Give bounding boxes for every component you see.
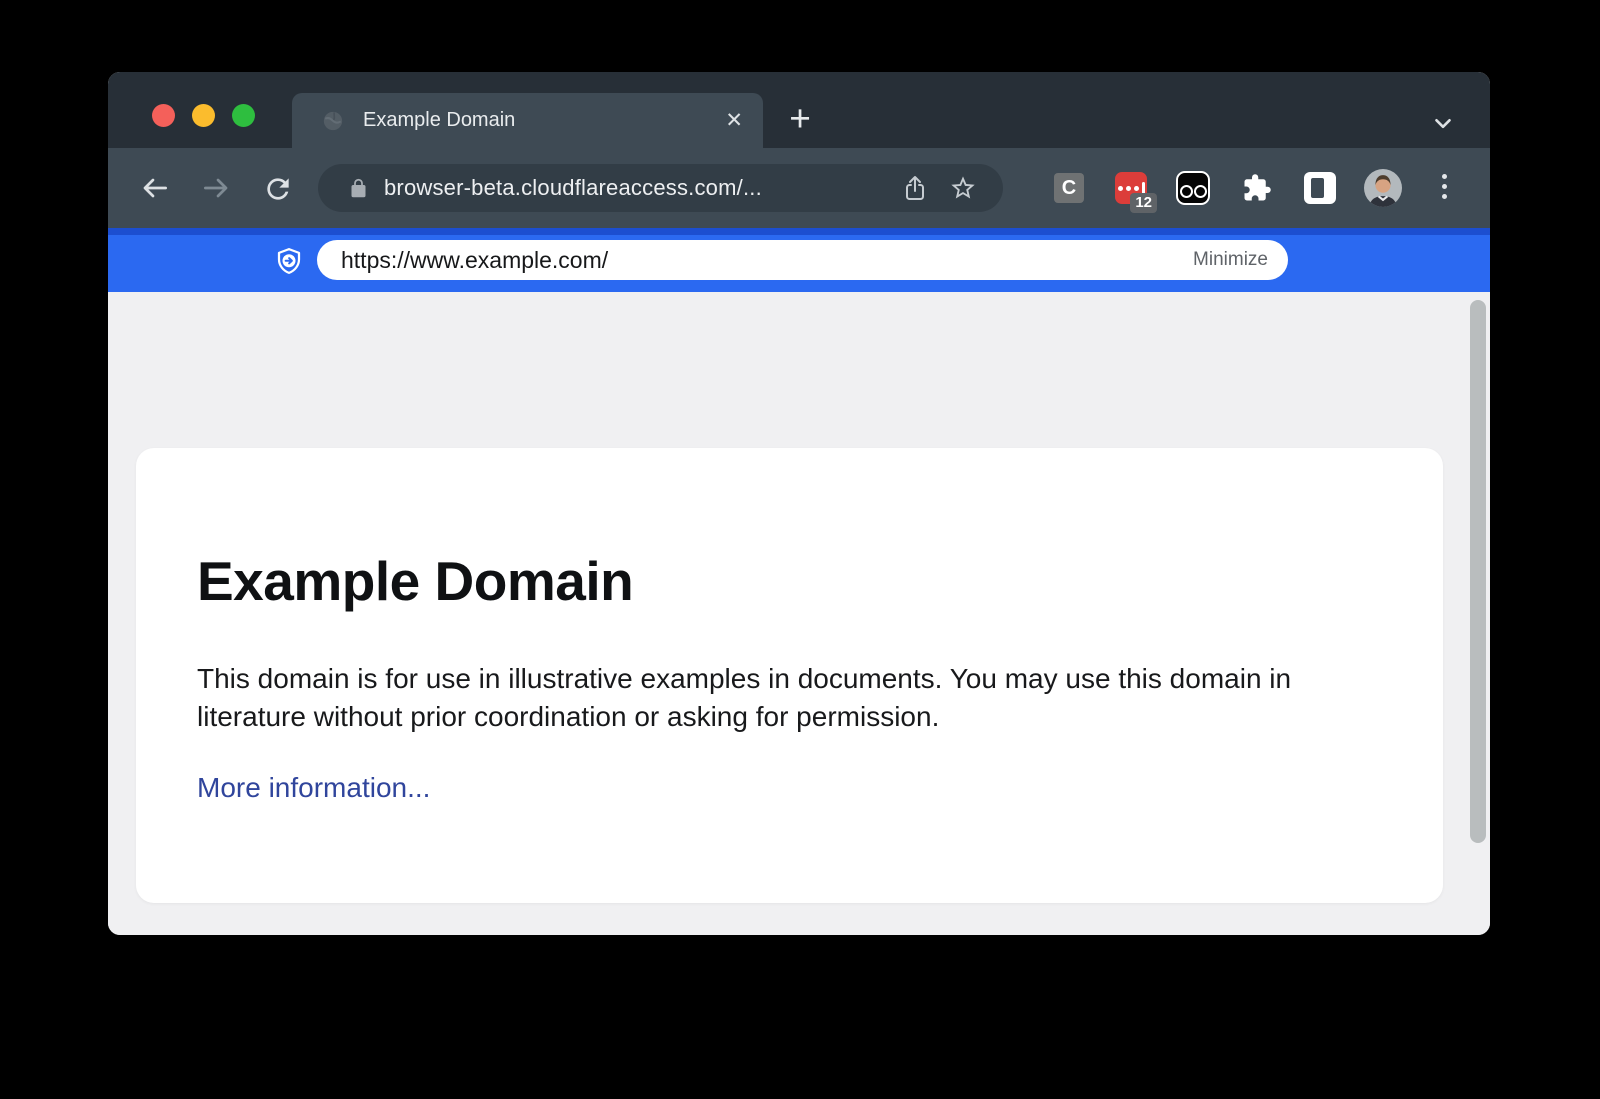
content-card: Example Domain This domain is for use in… [136, 448, 1443, 903]
window-controls [152, 104, 255, 127]
side-panel-inner [1311, 178, 1324, 198]
avatar-image [1364, 169, 1402, 207]
share-icon[interactable] [903, 173, 927, 203]
extension-c-icon[interactable]: C [1054, 173, 1084, 203]
page-viewport: Example Domain This domain is for use in… [108, 292, 1490, 935]
forward-arrow-icon[interactable] [200, 172, 232, 204]
macos-minimize-button[interactable] [192, 104, 215, 127]
side-panel-icon[interactable] [1304, 172, 1336, 204]
tab-strip: Example Domain ✕ + [108, 72, 1490, 148]
new-tab-button[interactable]: + [783, 101, 817, 139]
menu-dot [1442, 194, 1447, 199]
browser-toolbar: browser-beta.cloudflareaccess.com/... C … [108, 148, 1490, 228]
globe-icon [322, 110, 344, 132]
address-bar-url[interactable]: browser-beta.cloudflareaccess.com/... [384, 175, 762, 201]
password-dot [1126, 186, 1131, 191]
password-dot [1134, 186, 1139, 191]
browser-window: Example Domain ✕ + browser-beta.cloudfla… [108, 72, 1490, 935]
profile-avatar[interactable] [1364, 169, 1402, 207]
banner-url-text[interactable]: https://www.example.com/ [341, 247, 608, 274]
back-arrow-icon[interactable] [139, 172, 171, 204]
page-paragraph: This domain is for use in illustrative e… [197, 660, 1352, 736]
address-bar[interactable]: browser-beta.cloudflareaccess.com/... [318, 164, 1003, 212]
scrollbar-thumb[interactable] [1470, 300, 1486, 843]
banner-url-field[interactable]: https://www.example.com/ Minimize [317, 240, 1288, 280]
shield-arrow-icon [274, 246, 304, 276]
tab-title: Example Domain [363, 109, 515, 132]
more-information-link[interactable]: More information... [197, 772, 430, 804]
browser-menu-icon[interactable] [1442, 174, 1447, 199]
browser-tab[interactable]: Example Domain ✕ [292, 93, 763, 148]
extensions-puzzle-icon[interactable] [1242, 173, 1272, 203]
password-dot [1118, 186, 1123, 191]
goggle-lens [1180, 185, 1193, 198]
star-icon[interactable] [949, 174, 977, 202]
extension-badge: 12 [1130, 193, 1157, 213]
lock-icon[interactable] [348, 178, 369, 199]
chevron-down-icon[interactable] [1430, 110, 1456, 136]
menu-dot [1442, 174, 1447, 179]
minimize-button[interactable]: Minimize [1193, 249, 1268, 271]
macos-close-button[interactable] [152, 104, 175, 127]
isolation-banner: https://www.example.com/ Minimize [108, 228, 1490, 292]
page-title: Example Domain [197, 551, 1382, 612]
password-manager-extension-icon[interactable]: 12 [1115, 172, 1147, 204]
menu-dot [1442, 184, 1447, 189]
goggle-lens [1194, 185, 1207, 198]
extension-c-label: C [1062, 177, 1076, 200]
goggles-extension-icon[interactable] [1176, 171, 1210, 205]
tab-close-icon[interactable]: ✕ [725, 110, 743, 131]
macos-zoom-button[interactable] [232, 104, 255, 127]
reload-icon[interactable] [262, 173, 294, 205]
